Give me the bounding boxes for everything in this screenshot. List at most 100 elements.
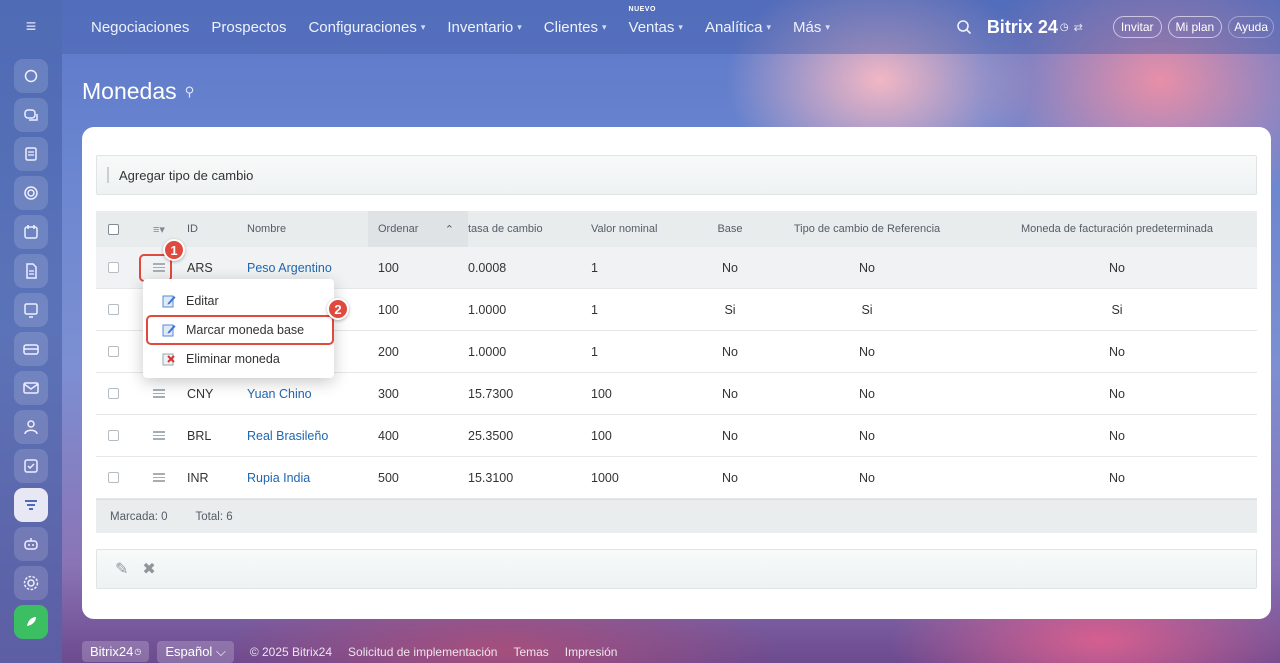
table-footer: Marcada: 0 Total: 6 — [96, 499, 1257, 533]
invite-button[interactable]: Invitar — [1112, 16, 1162, 38]
rail-settings-icon[interactable] — [14, 566, 48, 600]
cell-order: 200 — [378, 344, 399, 359]
edit-pencil-icon[interactable]: ✎ — [115, 559, 128, 579]
rail-collab-icon[interactable] — [14, 176, 48, 210]
footer-link-print[interactable]: Impresión — [565, 645, 618, 659]
nav-inventario[interactable]: Inventario ▾ — [447, 19, 521, 36]
header-ref[interactable]: Tipo de cambio de Referencia — [769, 223, 965, 235]
select-all-checkbox[interactable] — [108, 223, 119, 235]
rail-rocket-icon[interactable] — [14, 605, 48, 639]
table-row[interactable]: INR Rupia India 500 15.3100 1000 No No N… — [96, 457, 1257, 499]
row-checkbox[interactable] — [108, 304, 119, 315]
brand-label: Bitrix 24 — [986, 16, 1058, 37]
cell-base: No — [722, 344, 738, 359]
cell-default: No — [1109, 260, 1125, 275]
rail-activity-icon[interactable] — [14, 59, 48, 93]
row-checkbox[interactable] — [108, 262, 119, 273]
footer-link-themes[interactable]: Temas — [513, 645, 548, 659]
nav-prospectos[interactable]: Prospectos — [211, 19, 286, 36]
table-row[interactable]: BRL Real Brasileño 400 25.3500 100 No No… — [96, 415, 1257, 457]
rail-filter-icon[interactable] — [14, 488, 48, 522]
nav-label: Inventario — [447, 18, 514, 36]
nav-label: Clientes — [543, 18, 598, 36]
top-bar: Negociaciones Prospectos Configuraciones… — [62, 0, 1280, 54]
language-label: Español — [165, 644, 213, 659]
nav-label: Prospectos — [211, 18, 287, 36]
rail-feed-icon[interactable] — [14, 137, 48, 171]
cell-name-link[interactable]: Yuan Chino — [247, 387, 368, 401]
set-base-highlight — [146, 315, 334, 345]
rail-chat-icon[interactable] — [14, 98, 48, 132]
footer-brand-button[interactable]: Bitrix24 ◷ — [82, 641, 150, 662]
step-marker-1: 1 — [163, 239, 185, 261]
rail-employees-icon[interactable] — [14, 410, 48, 444]
pin-icon[interactable]: ⚲ — [185, 84, 195, 100]
cell-base: No — [722, 260, 738, 275]
row-actions-icon[interactable] — [153, 389, 165, 398]
rail-tasks-icon[interactable] — [14, 449, 48, 483]
nav-mas[interactable]: Más ▾ — [793, 19, 830, 36]
nav-clientes[interactable]: Clientes ▾ — [544, 19, 607, 36]
chevron-down-icon: ▾ — [678, 21, 683, 32]
my-plan-button[interactable]: Mi plan — [1167, 16, 1223, 38]
row-checkbox[interactable] — [108, 472, 119, 483]
cell-nominal: 1 — [591, 260, 598, 275]
cell-default: No — [1109, 344, 1125, 359]
footer-link-implementation[interactable]: Solicitud de implementación — [348, 645, 497, 659]
row-checkbox[interactable] — [108, 346, 119, 357]
header-default[interactable]: Moneda de facturación predeterminada — [965, 223, 1269, 235]
add-rate-button[interactable]: Agregar tipo de cambio — [119, 168, 253, 183]
total-count: Total: 6 — [195, 510, 233, 523]
row-checkbox[interactable] — [108, 388, 119, 399]
main-nav: Negociaciones Prospectos Configuraciones… — [91, 6, 852, 36]
cell-default: Si — [1111, 302, 1123, 317]
cell-id: INR — [187, 470, 209, 485]
brand-logo[interactable]: Bitrix 24 ◷ ⇄ — [987, 17, 1083, 38]
nav-label: Configuraciones — [308, 18, 417, 36]
nav-label: Ventas — [628, 18, 675, 36]
row-actions-icon[interactable] — [153, 431, 165, 440]
cell-order: 100 — [378, 302, 399, 317]
cell-ref: Si — [861, 302, 873, 317]
nav-analitica[interactable]: Analítica ▾ — [705, 19, 771, 36]
header-base[interactable]: Base — [691, 223, 769, 235]
menu-item-edit[interactable]: Editar — [143, 286, 334, 315]
rail-mail-icon[interactable] — [14, 371, 48, 405]
header-name[interactable]: Nombre — [247, 223, 368, 235]
cell-name-link[interactable]: Real Brasileño — [247, 429, 368, 443]
cell-ref: No — [859, 386, 875, 401]
menu-icon[interactable]: ≡ — [21, 16, 41, 36]
table-row[interactable]: CNY Yuan Chino 300 15.7300 100 No No No — [96, 373, 1257, 415]
chevron-down-icon: ▾ — [420, 21, 426, 32]
language-selector[interactable]: Español ⌵ — [157, 640, 234, 663]
cell-rate: 15.7300 — [468, 386, 514, 401]
page-footer: Bitrix24 ◷ Español ⌵ © 2025 Bitrix24 Soli… — [82, 640, 625, 663]
nav-negociaciones[interactable]: Negociaciones — [91, 19, 189, 36]
rail-robot-icon[interactable] — [14, 527, 48, 561]
top-right: Bitrix 24 ◷ ⇄ Invitar Mi plan Ayuda — [956, 0, 1280, 54]
header-rate[interactable]: tasa de cambio — [468, 223, 591, 235]
cell-name-link[interactable]: Rupia India — [247, 471, 368, 485]
rail-list — [14, 59, 48, 639]
rail-docs-icon[interactable] — [14, 254, 48, 288]
page-title: Monedas ⚲ — [82, 78, 194, 105]
column-settings-icon[interactable]: ≡▾ — [131, 223, 187, 236]
search-icon[interactable] — [956, 19, 972, 35]
rail-board-icon[interactable] — [14, 293, 48, 327]
row-actions-icon[interactable] — [153, 473, 165, 482]
help-button[interactable]: Ayuda — [1228, 16, 1274, 38]
delete-x-icon[interactable]: ✖ — [142, 559, 155, 579]
menu-item-delete[interactable]: Eliminar moneda — [143, 344, 334, 373]
cell-id: ARS — [187, 260, 213, 275]
chevron-down-icon: ▾ — [766, 21, 772, 32]
cell-name-link[interactable]: Peso Argentino — [247, 261, 368, 275]
rail-crm-icon[interactable] — [14, 332, 48, 366]
cell-ref: No — [859, 428, 875, 443]
header-order[interactable]: Ordenar ⌃ — [368, 211, 468, 247]
rail-calendar-icon[interactable] — [14, 215, 48, 249]
header-id[interactable]: ID — [187, 223, 247, 235]
header-nominal[interactable]: Valor nominal — [591, 223, 691, 235]
nav-configuraciones[interactable]: Configuraciones ▾ — [308, 19, 425, 36]
row-checkbox[interactable] — [108, 430, 119, 441]
nav-ventas[interactable]: NUEVO Ventas ▾ — [628, 6, 683, 36]
